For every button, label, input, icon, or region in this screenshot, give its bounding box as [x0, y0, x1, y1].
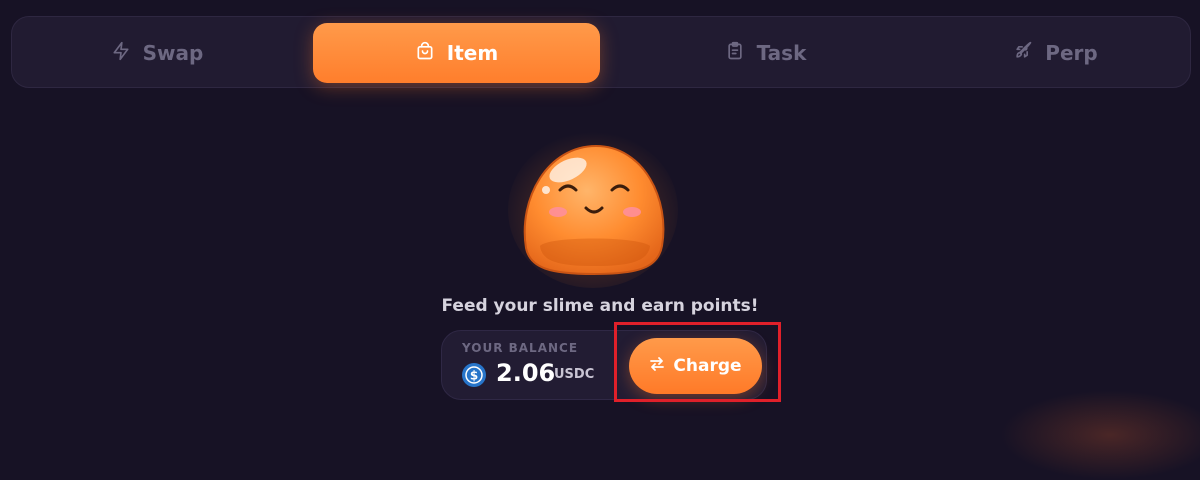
clipboard-icon [725, 41, 745, 66]
balance-unit: USDC [554, 367, 595, 382]
balance-amount: 2.06 [496, 359, 556, 387]
tab-task[interactable]: Task [622, 23, 909, 83]
tab-item[interactable]: Item [313, 23, 600, 83]
slime-mascot [508, 128, 678, 288]
tab-task-label: Task [756, 41, 807, 65]
svg-text:$: $ [470, 369, 478, 383]
balance-label: YOUR BALANCE [462, 341, 579, 355]
tab-swap[interactable]: Swap [12, 23, 302, 83]
feed-caption: Feed your slime and earn points! [441, 296, 759, 316]
background-glow [1000, 390, 1200, 480]
tab-perp-label: Perp [1045, 41, 1098, 65]
usdc-coin-icon: $ [462, 363, 486, 387]
tab-swap-label: Swap [142, 41, 204, 65]
highlight-box [614, 322, 781, 402]
rocket-icon [1013, 41, 1033, 66]
tab-perp[interactable]: Perp [912, 23, 1199, 83]
shopping-bag-icon [415, 41, 435, 66]
tab-item-label: Item [446, 41, 499, 65]
tab-bar: Swap Item Task Perp [11, 16, 1191, 88]
lightning-icon [111, 41, 131, 66]
